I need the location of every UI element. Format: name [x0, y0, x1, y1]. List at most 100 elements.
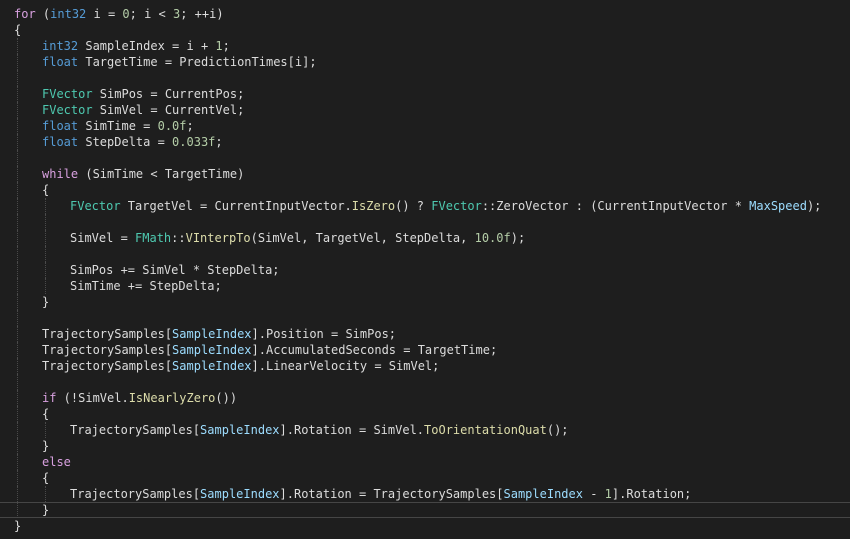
code-line[interactable]: SimPos += SimVel * StepDelta; — [0, 262, 850, 278]
code-token: MaxSpeed — [749, 199, 807, 213]
code-line[interactable]: { — [0, 470, 850, 486]
code-line[interactable]: SimVel = FMath::VInterpTo(SimVel, Target… — [0, 230, 850, 246]
code-line[interactable]: else — [0, 454, 850, 470]
indent-guide — [45, 278, 46, 294]
code-token: IsZero — [351, 199, 396, 213]
code-token: (); — [546, 423, 569, 437]
indent-guide — [45, 486, 46, 502]
indent-guide — [17, 214, 18, 230]
code-token: () ? — [395, 199, 432, 213]
code-text: FVector TargetVel = CurrentInputVector.I… — [70, 198, 821, 214]
code-token: ( — [35, 7, 51, 21]
code-token: SampleIndex — [172, 327, 252, 341]
code-text: float SimTime = 0.0f; — [42, 118, 194, 134]
code-text: } — [42, 502, 49, 518]
code-token: SimTime += StepDelta; — [70, 279, 222, 293]
code-text: } — [42, 294, 49, 310]
code-token: { — [42, 407, 50, 421]
code-token: ].Position = SimPos; — [251, 327, 397, 341]
indent-guide — [17, 38, 18, 54]
code-line[interactable]: for (int32 i = 0; i < 3; ++i) — [0, 6, 850, 22]
code-token: if — [42, 391, 57, 405]
indent-guide — [17, 278, 18, 294]
code-text: { — [42, 406, 49, 422]
code-line[interactable]: { — [0, 22, 850, 38]
code-line[interactable]: } — [0, 294, 850, 310]
code-text: else — [42, 454, 71, 470]
code-line[interactable]: TrajectorySamples[SampleIndex].Accumulat… — [0, 342, 850, 358]
indent-guide — [17, 422, 18, 438]
indent-guide — [17, 438, 18, 454]
code-line[interactable]: FVector SimVel = CurrentVel; — [0, 102, 850, 118]
code-line[interactable]: if (!SimVel.IsNearlyZero()) — [0, 390, 850, 406]
code-line[interactable] — [0, 70, 850, 86]
code-token: else — [42, 455, 71, 469]
code-line[interactable]: TrajectorySamples[SampleIndex].Position … — [0, 326, 850, 342]
code-text: TrajectorySamples[SampleIndex].Accumulat… — [42, 342, 497, 358]
code-line[interactable]: while (SimTime < TargetTime) — [0, 166, 850, 182]
code-text: { — [42, 182, 49, 198]
code-token: FMath — [135, 231, 172, 245]
code-line[interactable]: { — [0, 406, 850, 422]
indent-guide — [17, 246, 18, 262]
code-token: 0.033f — [172, 135, 216, 149]
code-token: SampleIndex — [200, 487, 280, 501]
code-token: i = — [86, 7, 123, 21]
indent-guide — [45, 262, 46, 278]
code-line[interactable]: SimTime += StepDelta; — [0, 278, 850, 294]
indent-guide — [17, 294, 18, 310]
code-text: { — [42, 470, 49, 486]
code-token: ToOrientationQuat — [424, 423, 547, 437]
code-token: float — [42, 135, 79, 149]
code-token: TrajectorySamples[ — [70, 423, 201, 437]
code-line[interactable] — [0, 374, 850, 390]
code-token: 0 — [122, 7, 130, 21]
code-token: } — [42, 439, 50, 453]
code-token: { — [42, 183, 50, 197]
code-line[interactable]: TrajectorySamples[SampleIndex].LinearVel… — [0, 358, 850, 374]
indent-guide — [17, 86, 18, 102]
code-token: 1 — [604, 487, 612, 501]
code-token: (SimTime < TargetTime) — [78, 167, 245, 181]
code-line[interactable]: int32 SampleIndex = i + 1; — [0, 38, 850, 54]
code-line[interactable]: TrajectorySamples[SampleIndex].Rotation … — [0, 422, 850, 438]
code-line[interactable] — [0, 150, 850, 166]
code-token: ; i < — [129, 7, 173, 21]
code-editor[interactable]: for (int32 i = 0; i < 3; ++i){int32 Samp… — [0, 0, 850, 539]
indent-guide — [17, 470, 18, 486]
code-line[interactable] — [0, 246, 850, 262]
code-line[interactable] — [0, 310, 850, 326]
code-token: int32 — [42, 39, 79, 53]
code-token: ::ZeroVector : (CurrentInputVector * — [481, 199, 750, 213]
indent-guide — [17, 310, 18, 326]
code-line[interactable]: } — [0, 518, 850, 534]
code-token: TrajectorySamples[ — [42, 359, 173, 373]
code-token: float — [42, 119, 79, 133]
code-line[interactable]: float SimTime = 0.0f; — [0, 118, 850, 134]
code-token: FVector — [70, 199, 121, 213]
code-line[interactable]: } — [0, 438, 850, 454]
code-token: SampleIndex — [172, 343, 252, 357]
code-line[interactable]: FVector SimPos = CurrentPos; — [0, 86, 850, 102]
code-line[interactable]: { — [0, 182, 850, 198]
indent-guide — [17, 374, 18, 390]
code-token: { — [42, 471, 50, 485]
code-token: 10.0f — [474, 231, 511, 245]
code-token: - — [582, 487, 605, 501]
code-line[interactable]: float TargetTime = PredictionTimes[i]; — [0, 54, 850, 70]
code-line[interactable]: FVector TargetVel = CurrentInputVector.I… — [0, 198, 850, 214]
indent-guide — [17, 198, 18, 214]
code-token: 1 — [215, 39, 223, 53]
code-token: ; — [215, 135, 223, 149]
indent-guide — [17, 486, 18, 502]
code-text: while (SimTime < TargetTime) — [42, 166, 244, 182]
code-line[interactable]: float StepDelta = 0.033f; — [0, 134, 850, 150]
code-line[interactable]: TrajectorySamples[SampleIndex].Rotation … — [0, 486, 850, 502]
code-line[interactable]: } — [0, 502, 850, 518]
code-text: float TargetTime = PredictionTimes[i]; — [42, 54, 317, 70]
code-line[interactable] — [0, 214, 850, 230]
code-token: TargetVel = CurrentInputVector. — [120, 199, 352, 213]
code-token: SampleIndex = i + — [78, 39, 216, 53]
code-token: SampleIndex — [503, 487, 583, 501]
code-token: { — [14, 23, 22, 37]
